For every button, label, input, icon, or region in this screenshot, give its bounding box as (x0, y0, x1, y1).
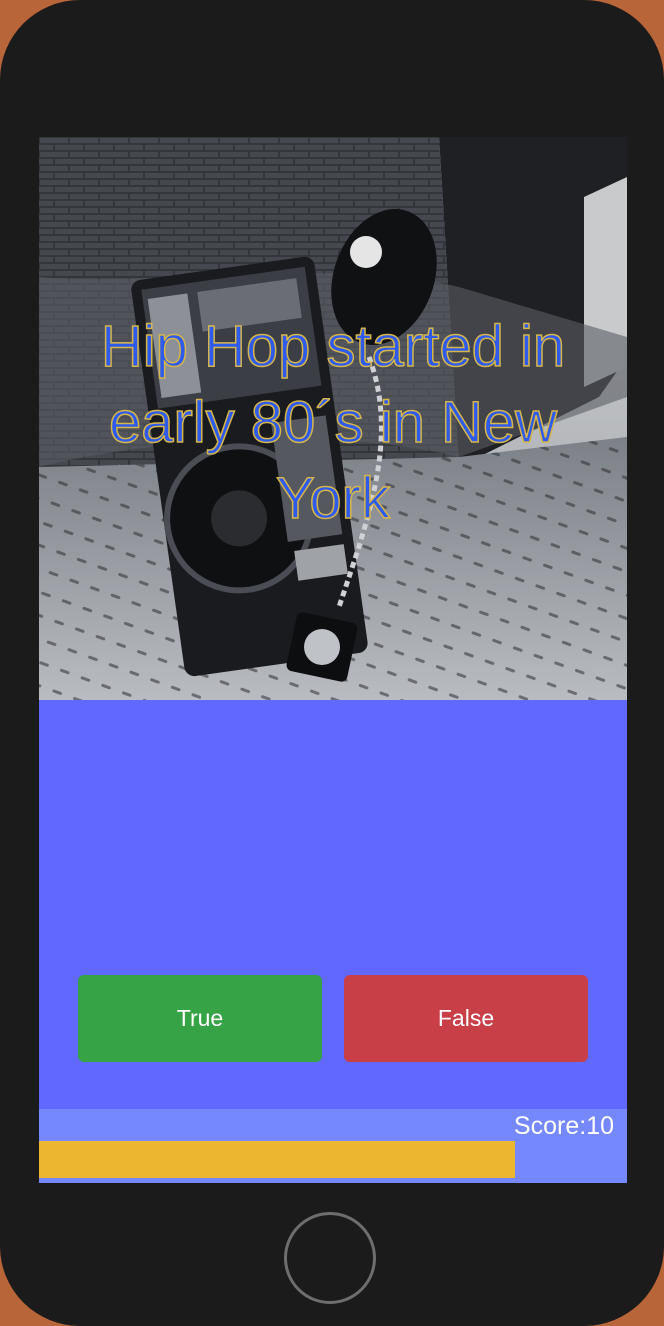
false-button[interactable]: False (344, 975, 588, 1062)
phone-frame: Hip Hop started in early 80´s in New Yor… (0, 0, 664, 1326)
score-label: Score: (513, 1112, 587, 1140)
question-card: Hip Hop started in early 80´s in New Yor… (39, 137, 627, 700)
progress-bar (39, 1141, 627, 1178)
score-value: 10 (586, 1112, 614, 1140)
true-button[interactable]: True (78, 975, 322, 1062)
app-screen: Hip Hop started in early 80´s in New Yor… (39, 137, 627, 1183)
score-display: Score:10 (514, 1112, 614, 1141)
progress-fill (39, 1141, 515, 1178)
home-button[interactable] (284, 1212, 376, 1304)
question-text: Hip Hop started in early 80´s in New Yor… (100, 313, 566, 532)
score-footer: Score:10 (39, 1109, 627, 1183)
